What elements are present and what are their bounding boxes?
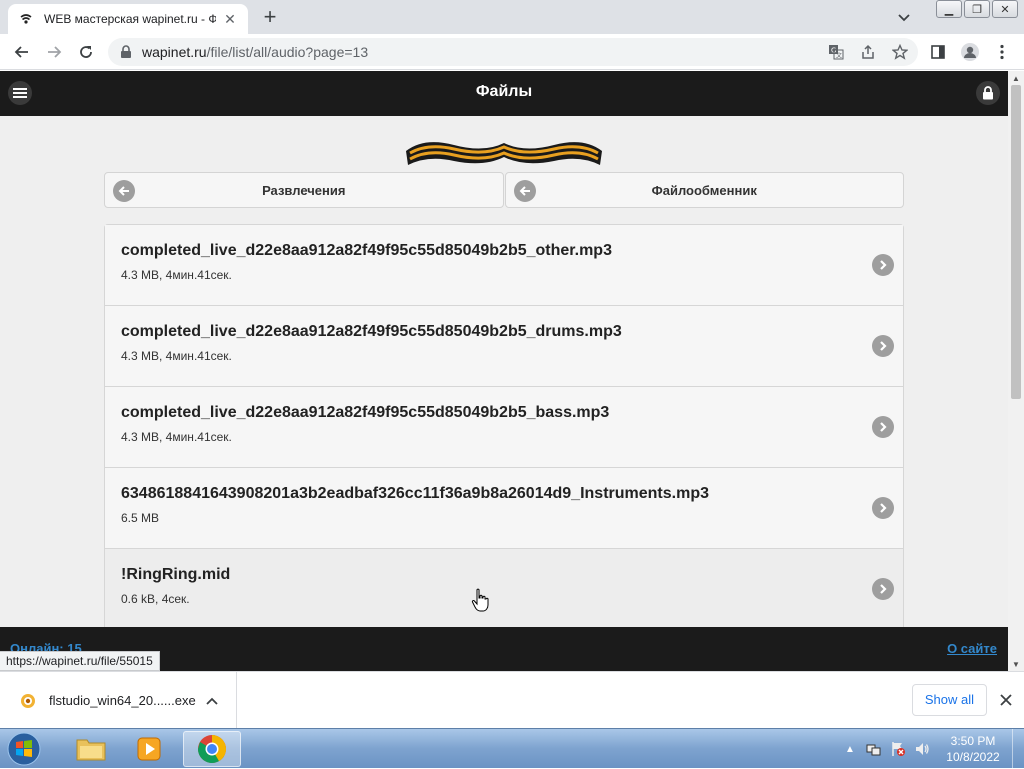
fl-studio-file-icon xyxy=(21,693,35,708)
lock-icon[interactable] xyxy=(118,44,134,60)
start-button[interactable] xyxy=(4,730,44,768)
scrollbar-thumb[interactable] xyxy=(1011,85,1021,399)
file-item[interactable]: !RingRing.mid 0.6 kB, 4сек. xyxy=(105,549,903,630)
network-icon[interactable] xyxy=(866,741,882,757)
new-tab-icon[interactable]: + xyxy=(258,6,282,30)
tab-title: WEB мастерская wapinet.ru - Фа xyxy=(44,12,216,26)
minimize-icon[interactable]: ▁ xyxy=(936,0,962,18)
hand-cursor-icon xyxy=(471,588,489,612)
arrow-right-icon xyxy=(872,254,894,276)
show-all-button[interactable]: Show all xyxy=(911,684,987,716)
file-item[interactable]: completed_live_d22e8aa912a82f49f95c55d85… xyxy=(105,387,903,468)
breadcrumb: Развлечения Файлообменник xyxy=(104,172,904,208)
browser-toolbar: wapinet.ru/file/list/all/audio?page=13 G… xyxy=(0,34,1024,70)
address-bar[interactable]: wapinet.ru/file/list/all/audio?page=13 G… xyxy=(108,38,918,66)
show-desktop-button[interactable] xyxy=(1012,729,1024,769)
crumb-razvlecheniya[interactable]: Развлечения xyxy=(104,172,504,208)
taskbar-chrome[interactable] xyxy=(183,731,241,767)
url-host: wapinet.ru xyxy=(142,44,207,60)
action-center-flag-icon[interactable] xyxy=(890,741,906,757)
site-favicon-icon xyxy=(18,11,34,27)
arrow-right-icon xyxy=(872,497,894,519)
page-scrollbar[interactable]: ▲ ▼ xyxy=(1008,71,1024,671)
bookmark-star-icon[interactable] xyxy=(890,42,910,62)
file-name: completed_live_d22e8aa912a82f49f95c55d85… xyxy=(121,242,612,259)
forward-icon[interactable] xyxy=(42,40,66,64)
folder-icon xyxy=(76,739,106,761)
side-panel-icon[interactable] xyxy=(926,40,950,64)
tab-search-icon[interactable] xyxy=(894,8,914,28)
tray-expand-icon[interactable]: ▲ xyxy=(842,741,858,757)
tab-strip: WEB мастерская wapinet.ru - Фа ✕ + ▁ ❐ ✕ xyxy=(0,0,1024,34)
crumb-label: Развлечения xyxy=(262,182,346,198)
close-shelf-icon[interactable] xyxy=(998,692,1014,708)
translate-icon[interactable]: G文 xyxy=(826,42,846,62)
url-text: wapinet.ru/file/list/all/audio?page=13 xyxy=(142,44,368,60)
file-meta: 0.6 kB, 4сек. xyxy=(121,592,190,606)
st-george-ribbon-logo xyxy=(406,142,602,165)
taskbar-clock[interactable]: 3:50 PM 10/8/2022 xyxy=(942,733,1004,765)
file-name: completed_live_d22e8aa912a82f49f95c55d85… xyxy=(121,323,622,340)
file-item[interactable]: completed_live_d22e8aa912a82f49f95c55d85… xyxy=(105,306,903,387)
arrow-right-icon xyxy=(872,578,894,600)
site-header: Файлы xyxy=(0,71,1008,116)
svg-text:文: 文 xyxy=(836,52,842,60)
back-icon[interactable] xyxy=(10,40,34,64)
arrow-right-icon xyxy=(872,416,894,438)
tab-close-icon[interactable]: ✕ xyxy=(222,11,238,27)
file-item[interactable]: 6348618841643908201a3b2eadbaf326cc11f36a… xyxy=(105,468,903,549)
file-meta: 4.3 MB, 4мин.41сек. xyxy=(121,268,232,282)
file-item[interactable]: completed_live_d22e8aa912a82f49f95c55d85… xyxy=(105,225,903,306)
omnibox-icons: G文 xyxy=(826,42,910,62)
close-window-icon[interactable]: ✕ xyxy=(992,0,1018,18)
clock-time: 3:50 PM xyxy=(950,734,996,748)
scroll-down-icon[interactable]: ▼ xyxy=(1008,657,1024,671)
file-meta: 4.3 MB, 4мин.41сек. xyxy=(121,430,232,444)
window-controls: ▁ ❐ ✕ xyxy=(934,0,1018,18)
browser-menu-icon[interactable] xyxy=(990,40,1014,64)
chrome-icon xyxy=(198,735,226,763)
taskbar-explorer[interactable] xyxy=(62,731,120,767)
system-tray: ▲ xyxy=(842,729,930,769)
crumb-failoobmennik[interactable]: Файлообменник xyxy=(504,172,904,208)
file-name: 6348618841643908201a3b2eadbaf326cc11f36a… xyxy=(121,485,709,502)
scroll-up-icon[interactable]: ▲ xyxy=(1008,71,1024,85)
download-item[interactable]: flstudio_win64_20......exe xyxy=(0,672,237,729)
page-viewport: Файлы Развлечения Файлообменник complete… xyxy=(0,71,1008,671)
taskbar-media-player[interactable] xyxy=(120,731,178,767)
about-link[interactable]: О сайте xyxy=(947,641,997,656)
profile-avatar-icon[interactable] xyxy=(958,40,982,64)
file-name: !RingRing.mid xyxy=(121,566,231,583)
login-lock-icon[interactable] xyxy=(976,81,1000,105)
crumb-label: Файлообменник xyxy=(651,182,757,198)
page-title: Файлы xyxy=(475,83,533,100)
arrow-left-icon xyxy=(113,180,135,202)
file-name: completed_live_d22e8aa912a82f49f95c55d85… xyxy=(121,404,610,421)
restore-icon[interactable]: ❐ xyxy=(964,0,990,18)
file-list: completed_live_d22e8aa912a82f49f95c55d85… xyxy=(104,224,904,631)
arrow-right-icon xyxy=(872,335,894,357)
url-path: /file/list/all/audio?page=13 xyxy=(206,44,369,60)
windows-taskbar: ▲ 3:50 PM 10/8/2022 xyxy=(0,728,1024,769)
link-status-url: https://wapinet.ru/file/55015 xyxy=(0,651,160,671)
file-meta: 4.3 MB, 4мин.41сек. xyxy=(121,349,232,363)
browser-tab[interactable]: WEB мастерская wapinet.ru - Фа ✕ xyxy=(8,4,248,34)
windows-logo-icon xyxy=(7,732,41,766)
arrow-left-icon xyxy=(513,180,536,202)
volume-icon[interactable] xyxy=(914,741,930,757)
download-file-name: flstudio_win64_20......exe xyxy=(49,693,196,708)
download-shelf: flstudio_win64_20......exe Show all xyxy=(0,671,1024,729)
file-meta: 6.5 MB xyxy=(121,511,160,525)
clock-date: 10/8/2022 xyxy=(946,750,1000,764)
share-icon[interactable] xyxy=(858,42,878,62)
chevron-up-icon[interactable] xyxy=(204,693,220,709)
media-player-icon xyxy=(137,737,161,761)
reload-icon[interactable] xyxy=(74,40,98,64)
